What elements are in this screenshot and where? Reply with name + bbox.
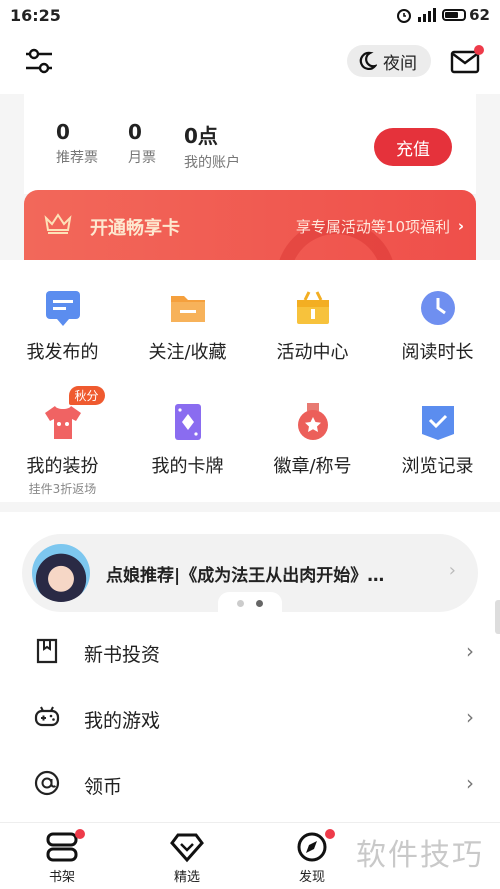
chevron-right-icon: › xyxy=(466,771,474,795)
status-bar: 16:25 62 xyxy=(0,0,500,30)
night-mode-toggle[interactable]: 夜间 xyxy=(347,45,431,77)
vip-banner-promo: 享专属活动等10项福利 xyxy=(295,218,450,236)
gamepad-icon xyxy=(34,706,60,727)
bookshelf-badge-dot xyxy=(75,829,85,839)
nav-tab-label: 书架 xyxy=(48,870,75,885)
mail-unread-dot xyxy=(474,45,484,55)
promo-badge: 秋分 xyxy=(68,386,105,405)
list-item-claim-coins[interactable]: 领币 › xyxy=(0,750,500,816)
nav-tab-label: 发现 xyxy=(298,870,325,885)
lower-card: 点娘推荐|《成为法王从出肉开始》… › 新书投资 › 我的游戏 › 领币 › xyxy=(0,512,500,822)
stat-recommend-tickets[interactable]: 0 推荐票 xyxy=(56,120,98,167)
grid-item-label: 我的卡牌 xyxy=(151,456,224,477)
moon-icon xyxy=(359,51,377,70)
settings-sliders-icon[interactable] xyxy=(24,47,54,75)
bookshelf-icon xyxy=(45,829,85,863)
grid-item-activity-center[interactable]: 活动中心 xyxy=(250,288,375,364)
stat-label: 我的账户 xyxy=(184,155,240,171)
list-item-label: 我的游戏 xyxy=(84,710,161,732)
list-item-new-book-invest[interactable]: 新书投资 › xyxy=(0,618,500,684)
grid-item-label: 我的装扮 xyxy=(26,456,99,477)
battery-level: 62 xyxy=(469,6,490,24)
medal-icon xyxy=(293,402,333,442)
crown-icon xyxy=(44,213,72,234)
status-icons: 62 xyxy=(396,6,490,24)
grid-item-sublabel: 挂件3折返场 xyxy=(28,482,97,496)
recharge-button[interactable]: 充值 xyxy=(374,128,452,166)
stat-label: 月票 xyxy=(128,150,156,166)
carousel-dot xyxy=(237,599,244,607)
grid-item-label: 我发布的 xyxy=(26,342,99,363)
top-bar: 夜间 xyxy=(0,30,500,94)
folder-icon xyxy=(168,288,208,328)
nav-tab-discover[interactable]: 发现 xyxy=(272,829,352,885)
account-card: 0 推荐票 0 月票 0点 我的账户 充值 xyxy=(24,94,476,194)
recommendation-text: 点娘推荐|《成为法王从出肉开始》… xyxy=(106,566,385,586)
nav-tab-label: 精选 xyxy=(173,870,200,885)
stat-value: 0 xyxy=(128,120,142,144)
carousel-dot-active xyxy=(256,599,263,607)
status-time: 16:25 xyxy=(10,5,61,25)
vip-banner[interactable]: 开通畅享卡 享专属活动等10项福利 › xyxy=(24,190,476,270)
alarm-icon xyxy=(397,9,412,23)
carousel-indicator xyxy=(218,592,282,614)
vip-banner-title: 开通畅享卡 xyxy=(90,218,180,239)
grid-item-label: 浏览记录 xyxy=(401,456,474,477)
scrollbar-handle[interactable] xyxy=(495,600,500,634)
list-item-my-games[interactable]: 我的游戏 › xyxy=(0,684,500,750)
stat-monthly-tickets[interactable]: 0 月票 xyxy=(128,120,156,167)
diamond-icon xyxy=(170,831,204,863)
grid-item-my-posts[interactable]: 我发布的 xyxy=(0,288,125,364)
grid-item-badges-titles[interactable]: 徽章/称号 xyxy=(250,402,375,478)
grid-item-label: 徽章/称号 xyxy=(273,456,352,477)
at-coin-icon xyxy=(34,770,60,796)
grid-item-label: 活动中心 xyxy=(276,342,349,363)
clock-icon xyxy=(418,288,458,328)
nav-tab-featured[interactable]: 精选 xyxy=(147,831,227,885)
post-icon xyxy=(43,288,83,328)
chevron-right-icon: › xyxy=(466,705,474,729)
grid-item-my-outfits[interactable]: 秋分 我的装扮 挂件3折返场 xyxy=(0,386,125,497)
stat-my-account[interactable]: 0点 我的账户 xyxy=(184,120,240,172)
night-mode-label: 夜间 xyxy=(383,53,417,74)
chevron-right-icon: › xyxy=(466,639,474,663)
card-icon xyxy=(168,402,208,442)
nav-tab-bookshelf[interactable]: 书架 xyxy=(22,829,102,885)
history-icon xyxy=(418,402,458,442)
grid-item-my-cards[interactable]: 我的卡牌 xyxy=(125,402,250,478)
tshirt-icon: 秋分 xyxy=(43,386,105,442)
grid-item-label: 阅读时长 xyxy=(401,342,474,363)
book-icon xyxy=(36,638,58,664)
stat-value: 0点 xyxy=(184,124,218,148)
watermark-text: 软件技巧 xyxy=(356,838,484,873)
feature-grid: 我发布的 关注/收藏 活动中心 阅读时长 秋分 我的装扮 挂件3折返场 我的卡牌 xyxy=(0,260,500,502)
grid-item-browse-history[interactable]: 浏览记录 xyxy=(375,402,500,478)
signal-icon xyxy=(418,8,437,22)
list-item-label: 领币 xyxy=(84,776,123,798)
list-item-label: 新书投资 xyxy=(84,644,161,666)
grid-item-label: 关注/收藏 xyxy=(148,342,227,363)
grid-item-reading-time[interactable]: 阅读时长 xyxy=(375,288,500,364)
grid-item-follow-favorites[interactable]: 关注/收藏 xyxy=(125,288,250,364)
chevron-right-icon: › xyxy=(457,217,464,235)
battery-indicator: 62 xyxy=(442,6,490,24)
gift-icon xyxy=(293,288,333,328)
discover-badge-dot xyxy=(325,829,335,839)
chevron-right-icon: › xyxy=(448,560,456,581)
compass-icon xyxy=(295,829,335,863)
stat-value: 0 xyxy=(56,120,70,144)
battery-icon xyxy=(442,9,467,21)
mascot-avatar xyxy=(32,544,90,602)
stat-label: 推荐票 xyxy=(56,150,98,166)
